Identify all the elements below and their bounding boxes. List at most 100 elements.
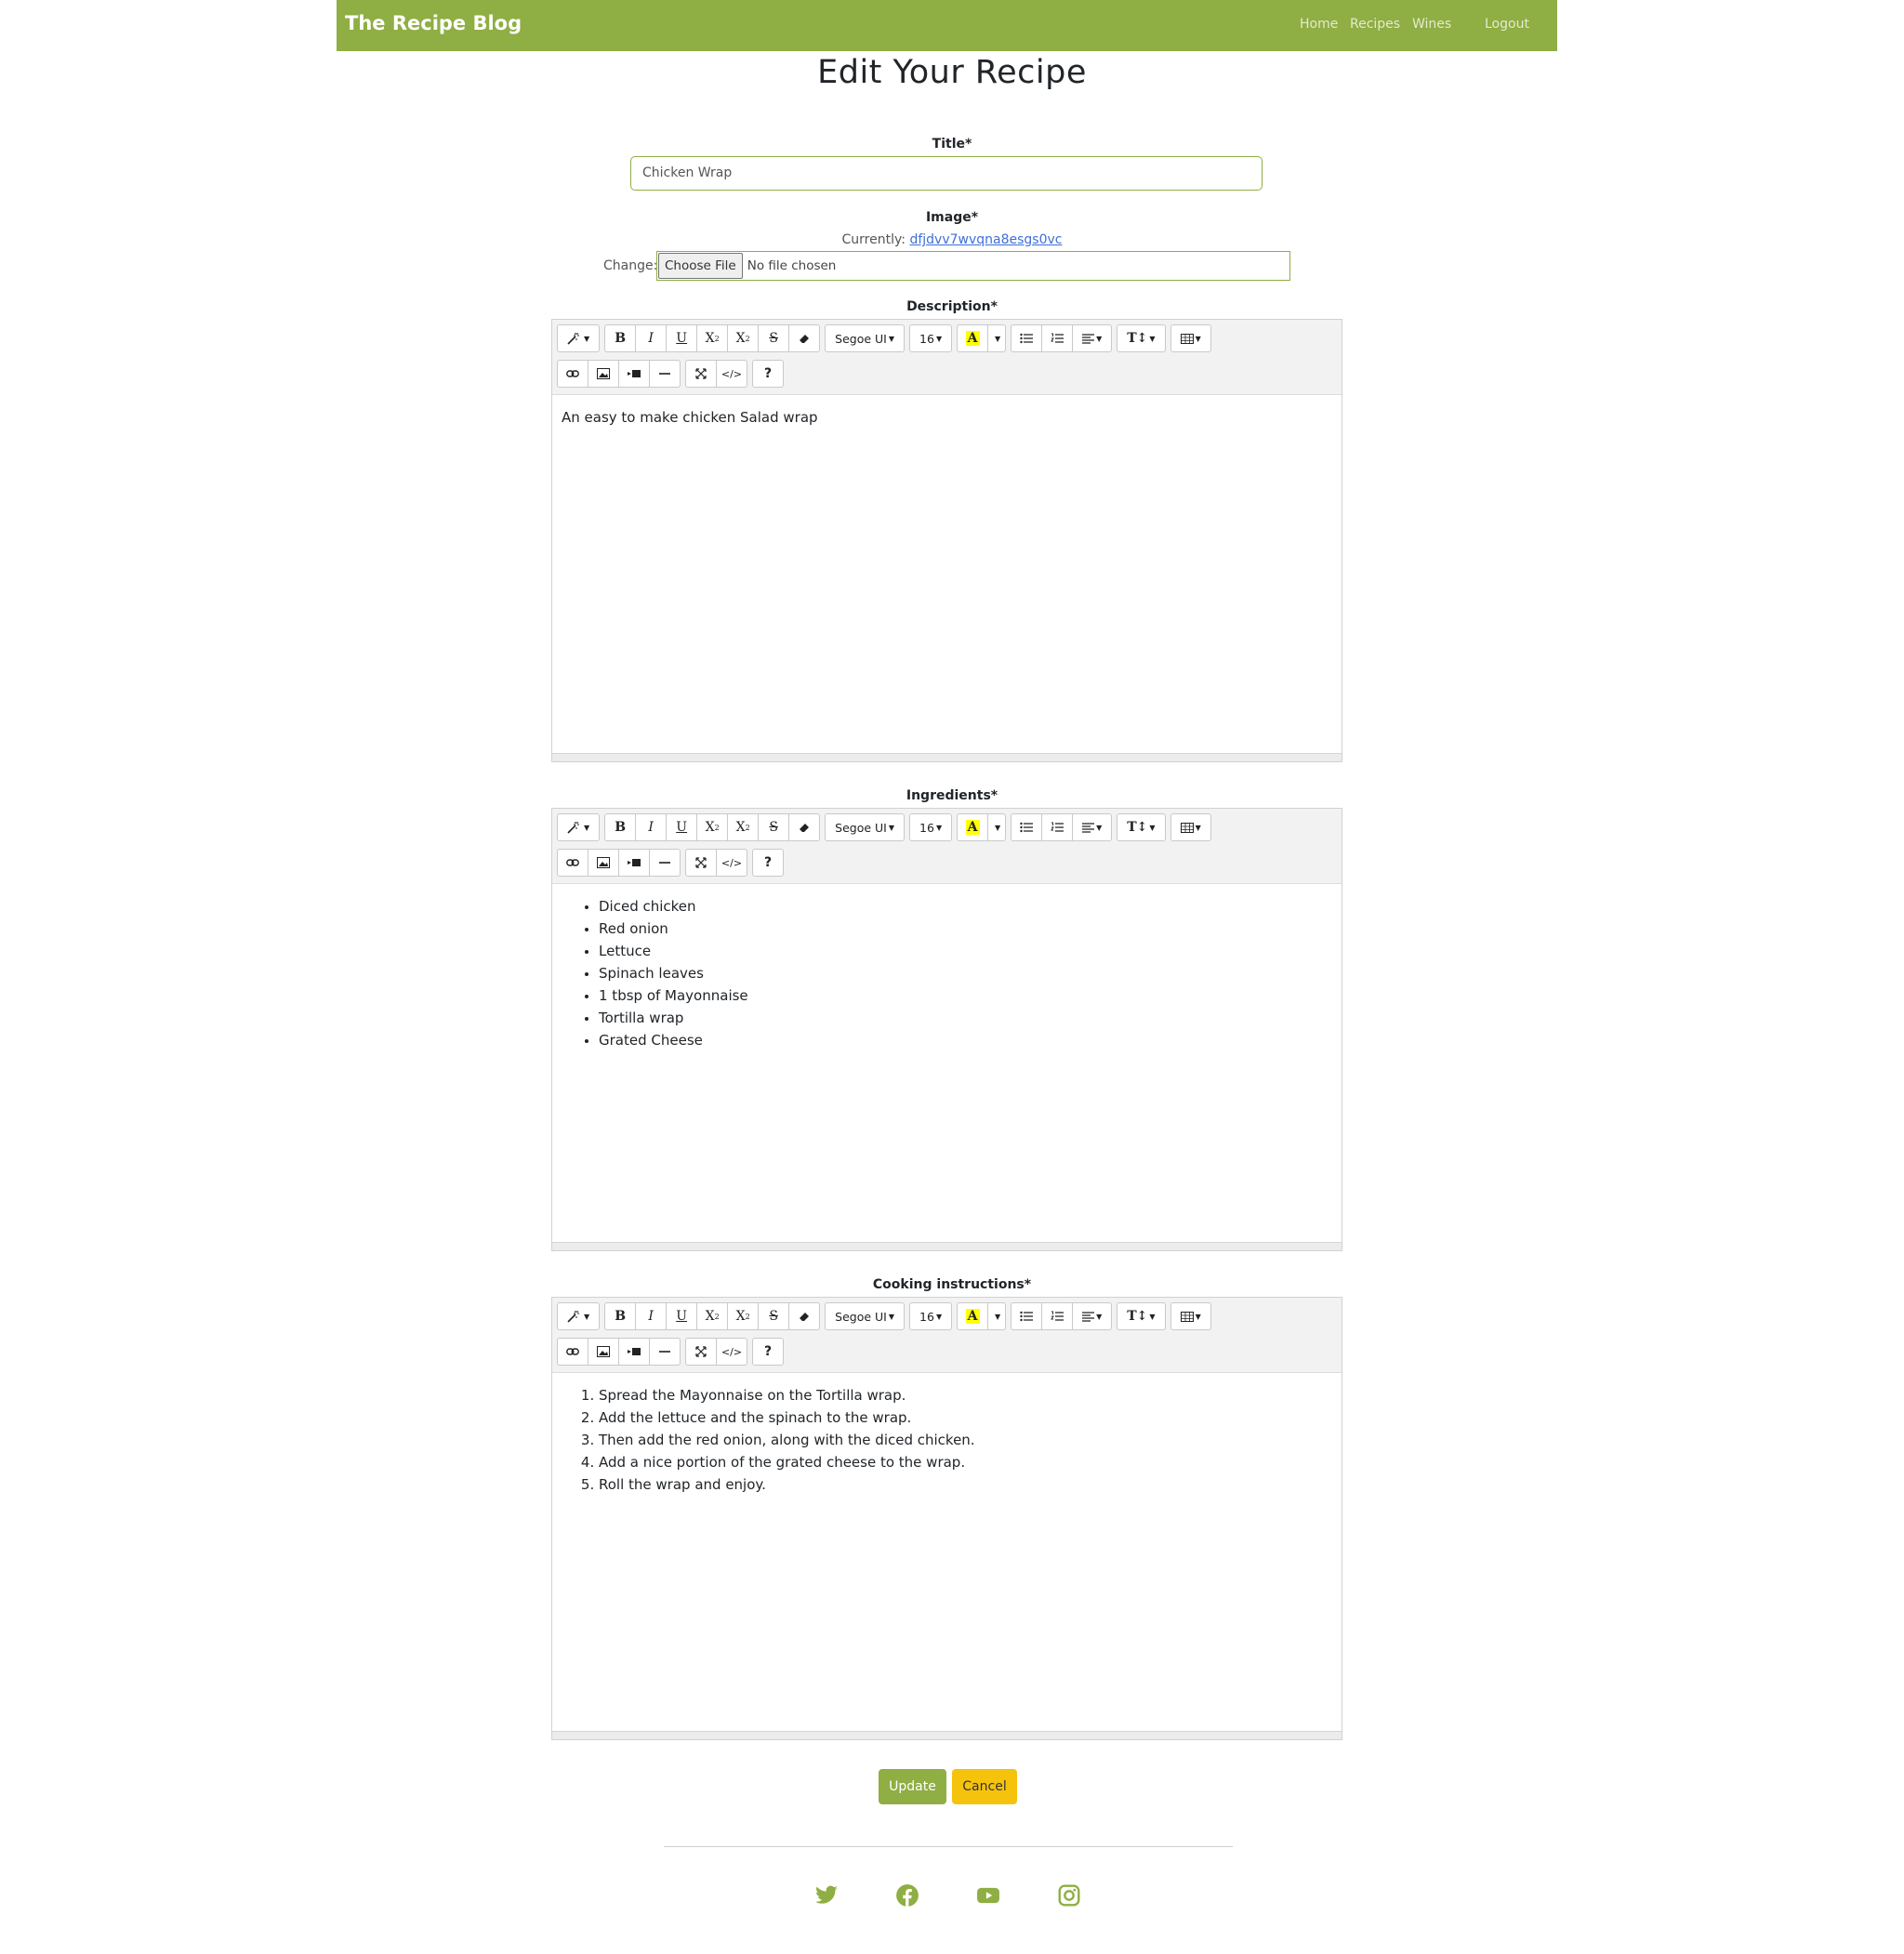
eraser-button[interactable]	[788, 324, 821, 352]
font-name-dropdown[interactable]: Segoe UI ▼	[825, 1302, 906, 1330]
current-image-link[interactable]: dfjdvv7wvqna8esgs0vc	[909, 232, 1062, 247]
title-input[interactable]: Chicken Wrap	[630, 156, 1263, 191]
video-button[interactable]	[618, 1338, 650, 1366]
video-button[interactable]	[618, 849, 650, 877]
bold-button[interactable]: B	[604, 813, 637, 841]
font-name-dropdown[interactable]: Segoe UI ▼	[825, 813, 906, 841]
link-button[interactable]	[557, 1338, 588, 1366]
font-size-dropdown[interactable]: 16 ▼	[909, 813, 953, 841]
eraser-button[interactable]	[788, 1302, 821, 1330]
superscript-button[interactable]: X2	[696, 1302, 729, 1330]
help-button[interactable]: ?	[752, 1338, 784, 1366]
cancel-button[interactable]: Cancel	[952, 1769, 1017, 1804]
twitter-icon[interactable]	[814, 1883, 839, 1908]
unordered-list-button[interactable]	[1011, 1302, 1043, 1330]
page-title: Edit Your Recipe	[817, 54, 1087, 91]
paragraph-align-dropdown[interactable]: ▼	[1072, 813, 1113, 841]
facebook-icon[interactable]	[895, 1883, 919, 1908]
choose-file-button[interactable]: Choose File	[658, 253, 743, 279]
underline-button[interactable]: U	[666, 1302, 698, 1330]
video-button[interactable]	[618, 360, 650, 388]
color-dropdown-button[interactable]: ▼	[987, 1302, 1007, 1330]
font-size-dropdown[interactable]: 16 ▼	[909, 1302, 953, 1330]
eraser-button[interactable]	[788, 813, 821, 841]
color-dropdown-button[interactable]: ▼	[987, 813, 1007, 841]
font-name-dropdown[interactable]: Segoe UI ▼	[825, 324, 906, 352]
youtube-icon[interactable]	[976, 1883, 1000, 1908]
nav-home[interactable]: Home	[1300, 17, 1338, 32]
horizontal-rule-button[interactable]	[649, 1338, 681, 1366]
bold-button[interactable]: B	[604, 1302, 637, 1330]
navbar: The Recipe Blog Home Recipes Wines Logou…	[337, 0, 1557, 51]
picture-button[interactable]	[588, 360, 619, 388]
fullscreen-button[interactable]	[685, 360, 717, 388]
unordered-list-button[interactable]	[1011, 324, 1043, 352]
strikethrough-button[interactable]: S	[758, 324, 790, 352]
help-button[interactable]: ?	[752, 849, 784, 877]
font-size-dropdown[interactable]: 16 ▼	[909, 324, 953, 352]
paragraph-align-dropdown[interactable]: ▼	[1072, 1302, 1113, 1330]
resize-handle[interactable]	[552, 1242, 1342, 1250]
link-button[interactable]	[557, 849, 588, 877]
align-left-icon	[1082, 333, 1095, 344]
fullscreen-button[interactable]	[685, 849, 717, 877]
fullscreen-button[interactable]	[685, 1338, 717, 1366]
picture-button[interactable]	[588, 849, 619, 877]
strikethrough-button[interactable]: S	[758, 813, 790, 841]
nav-logout[interactable]: Logout	[1485, 17, 1529, 32]
unordered-list-button[interactable]	[1011, 813, 1043, 841]
picture-button[interactable]	[588, 1338, 619, 1366]
text-color-button[interactable]: A	[957, 324, 989, 352]
style-wand-button[interactable]: ▼	[557, 1302, 601, 1330]
instructions-body[interactable]: Spread the Mayonnaise on the Tortilla wr…	[552, 1384, 1342, 1496]
horizontal-rule-button[interactable]	[649, 360, 681, 388]
paragraph-align-dropdown[interactable]: ▼	[1072, 324, 1113, 352]
subscript-button[interactable]: X2	[727, 1302, 760, 1330]
line-height-dropdown[interactable]: T↕ ▼	[1117, 1302, 1166, 1330]
underline-button[interactable]: U	[666, 324, 698, 352]
superscript-button[interactable]: X2	[696, 813, 729, 841]
resize-handle[interactable]	[552, 1731, 1342, 1739]
brand-link[interactable]: The Recipe Blog	[345, 12, 522, 34]
link-button[interactable]	[557, 360, 588, 388]
table-dropdown[interactable]: ▼	[1170, 1302, 1211, 1330]
italic-button[interactable]: I	[635, 324, 668, 352]
line-height-dropdown[interactable]: T↕ ▼	[1117, 813, 1166, 841]
text-color-button[interactable]: A	[957, 1302, 989, 1330]
ordered-list-button[interactable]	[1041, 324, 1074, 352]
description-body[interactable]: An easy to make chicken Salad wrap	[552, 406, 1342, 429]
color-dropdown-button[interactable]: ▼	[987, 324, 1007, 352]
italic-button[interactable]: I	[635, 1302, 668, 1330]
table-dropdown[interactable]: ▼	[1170, 324, 1211, 352]
style-wand-button[interactable]: ▼	[557, 324, 601, 352]
text-color-button[interactable]: A	[957, 813, 989, 841]
italic-button[interactable]: I	[635, 813, 668, 841]
table-dropdown[interactable]: ▼	[1170, 813, 1211, 841]
subscript-button[interactable]: X2	[727, 324, 760, 352]
subscript-button[interactable]: X2	[727, 813, 760, 841]
horizontal-rule-button[interactable]	[649, 849, 681, 877]
nav-wines[interactable]: Wines	[1412, 17, 1451, 32]
ordered-list-button[interactable]	[1041, 813, 1074, 841]
underline-button[interactable]: U	[666, 813, 698, 841]
file-input[interactable]: Choose File No file chosen	[656, 251, 1290, 281]
resize-handle[interactable]	[552, 753, 1342, 761]
ordered-list-button[interactable]	[1041, 1302, 1074, 1330]
instagram-icon[interactable]	[1057, 1883, 1081, 1908]
table-icon	[1180, 1311, 1194, 1322]
nav-recipes[interactable]: Recipes	[1350, 17, 1400, 32]
line-height-dropdown[interactable]: T↕ ▼	[1117, 324, 1166, 352]
code-view-button[interactable]: </>	[716, 360, 747, 388]
style-wand-button[interactable]: ▼	[557, 813, 601, 841]
code-view-button[interactable]: </>	[716, 1338, 747, 1366]
bold-button[interactable]: B	[604, 324, 637, 352]
chevron-down-icon: ▼	[995, 334, 1001, 343]
update-button[interactable]: Update	[879, 1769, 946, 1804]
superscript-button[interactable]: X2	[696, 324, 729, 352]
strikethrough-button[interactable]: S	[758, 1302, 790, 1330]
para-group: ▼	[1011, 324, 1113, 352]
code-view-button[interactable]: </>	[716, 849, 747, 877]
horizontal-rule-icon	[659, 862, 670, 864]
help-button[interactable]: ?	[752, 360, 784, 388]
ingredients-body[interactable]: Diced chicken Red onion Lettuce Spinach …	[552, 895, 1342, 1051]
